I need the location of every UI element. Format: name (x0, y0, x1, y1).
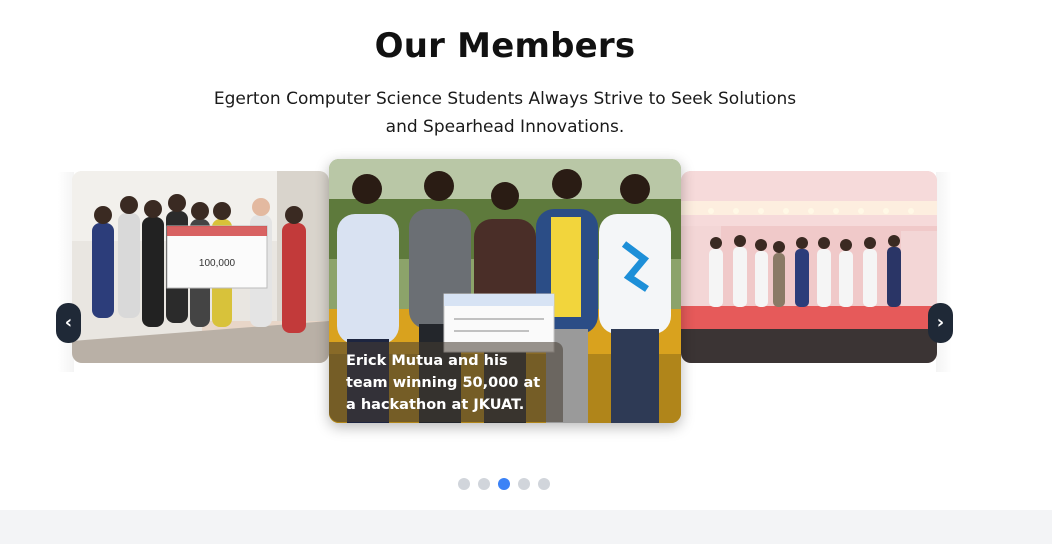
svg-text:100,000: 100,000 (199, 258, 236, 269)
section-subtitle: Egerton Computer Science Students Always… (213, 89, 797, 137)
carousel-slide-previous[interactable]: 100,000 (72, 171, 329, 363)
carousel-prev-button[interactable]: ‹ (56, 303, 81, 343)
chevron-right-icon: › (936, 312, 945, 333)
slide-photo-award-stage (681, 171, 937, 363)
pagination-dot[interactable] (458, 478, 470, 490)
members-carousel: 100,000 Erick Mutua and his team winning… (56, 150, 956, 440)
section-title: Our Members (374, 26, 636, 66)
footer-band (0, 510, 1052, 544)
pagination-dot[interactable] (518, 478, 530, 490)
slide-caption: Erick Mutua and his team winning 50,000 … (329, 342, 563, 422)
carousel-slide-next[interactable] (681, 171, 937, 363)
pagination-dot[interactable] (498, 478, 510, 490)
pagination-dot[interactable] (478, 478, 490, 490)
chevron-left-icon: ‹ (64, 312, 73, 333)
carousel-slide-active[interactable]: Erick Mutua and his team winning 50,000 … (329, 159, 681, 423)
pagination-dot[interactable] (538, 478, 550, 490)
slide-photo-group-with-cheque: 100,000 (72, 171, 329, 363)
members-section: Our Members Egerton Computer Science Stu… (0, 0, 1052, 510)
slide-caption-text: Erick Mutua and his team winning 50,000 … (346, 353, 541, 413)
carousel-next-button[interactable]: › (928, 303, 953, 343)
carousel-pagination (458, 478, 550, 492)
